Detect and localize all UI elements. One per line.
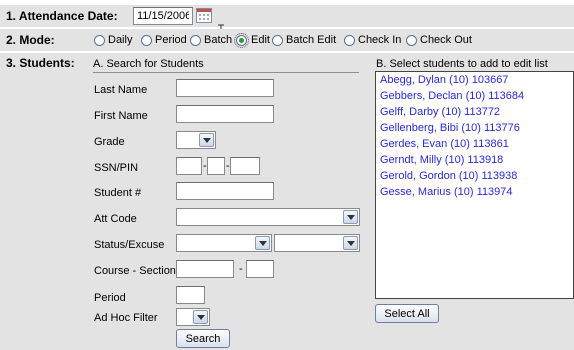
attendance-date-field[interactable]: [133, 7, 193, 25]
mode-daily-radio[interactable]: [94, 35, 105, 46]
list-item[interactable]: Gellenberg, Bibi (10) 113776: [380, 122, 520, 134]
chevron-down-icon[interactable]: [343, 236, 358, 250]
mode-check-in-radio[interactable]: [344, 35, 355, 46]
list-item[interactable]: Gerndt, Milly (10) 113918: [380, 154, 503, 166]
ssn-part2-field[interactable]: [207, 157, 225, 175]
mode-batch-edit-radio[interactable]: [272, 35, 283, 46]
ssn-part1-field[interactable]: [176, 157, 202, 175]
attendance-date-label: 1. Attendance Date:: [6, 9, 118, 23]
select-all-button[interactable]: Select All: [375, 304, 439, 323]
mode-daily-label[interactable]: Daily: [108, 34, 132, 46]
course-section-dash: -: [239, 263, 243, 275]
course-field[interactable]: [176, 260, 234, 278]
chevron-down-icon[interactable]: [199, 133, 214, 147]
grade-select[interactable]: [176, 131, 216, 149]
mode-edit-radio[interactable]: [234, 33, 249, 48]
list-item[interactable]: Gesse, Marius (10) 113974: [380, 186, 512, 198]
ad-hoc-filter-label: Ad Hoc Filter: [94, 312, 158, 324]
first-name-field[interactable]: [176, 105, 274, 123]
mode-batch-radio[interactable]: [190, 35, 201, 46]
period-label: Period: [94, 292, 126, 304]
course-section-label: Course - Section: [94, 265, 176, 277]
ad-hoc-filter-select[interactable]: [176, 308, 210, 326]
excuse-select[interactable]: [274, 234, 360, 252]
select-list-heading: B. Select students to add to edit list: [376, 58, 548, 70]
student-number-field[interactable]: [176, 182, 274, 200]
search-button[interactable]: Search: [176, 329, 230, 348]
att-code-select[interactable]: [176, 208, 360, 226]
search-heading-divider: [93, 72, 359, 73]
list-item[interactable]: Abegg, Dylan (10) 103667: [380, 74, 508, 86]
status-excuse-label: Status/Excuse: [94, 239, 165, 251]
students-label: 3. Students:: [6, 56, 75, 70]
list-item[interactable]: Gelff, Darby (10) 113772: [380, 106, 500, 118]
att-code-label: Att Code: [94, 213, 137, 225]
student-number-label: Student #: [94, 187, 142, 199]
last-name-field[interactable]: [176, 79, 274, 97]
list-item[interactable]: Gebbers, Declan (10) 113684: [380, 90, 524, 102]
mode-period-radio[interactable]: [141, 35, 152, 46]
ssn-pin-label: SSN/PIN: [94, 162, 139, 174]
first-name-label: First Name: [94, 110, 148, 122]
chevron-down-icon[interactable]: [193, 310, 208, 324]
mode-edit-label[interactable]: Edit: [251, 34, 270, 46]
status-select[interactable]: [176, 234, 272, 252]
student-select-list[interactable]: Abegg, Dylan (10) 103667 Gebbers, Declan…: [375, 71, 574, 299]
mode-batch-label[interactable]: Batch: [204, 34, 232, 46]
mode-batch-edit-label[interactable]: Batch Edit: [286, 34, 336, 46]
section-field[interactable]: [246, 260, 274, 278]
mode-period-label[interactable]: Period: [155, 34, 187, 46]
grade-label: Grade: [94, 136, 125, 148]
search-heading: A. Search for Students: [93, 58, 204, 70]
mode-check-out-radio[interactable]: [406, 35, 417, 46]
mode-check-in-label[interactable]: Check In: [358, 34, 401, 46]
ssn-part3-field[interactable]: [230, 157, 260, 175]
period-field[interactable]: [176, 286, 205, 304]
calendar-icon[interactable]: [196, 8, 212, 23]
list-item[interactable]: Gerdes, Evan (10) 113861: [380, 138, 509, 150]
list-item[interactable]: Gerold, Gordon (10) 113938: [380, 170, 517, 182]
chevron-down-icon[interactable]: [343, 210, 358, 224]
mode-label: 2. Mode:: [6, 33, 55, 47]
last-name-label: Last Name: [94, 84, 148, 96]
mode-check-out-label[interactable]: Check Out: [420, 34, 472, 46]
chevron-down-icon[interactable]: [255, 236, 270, 250]
